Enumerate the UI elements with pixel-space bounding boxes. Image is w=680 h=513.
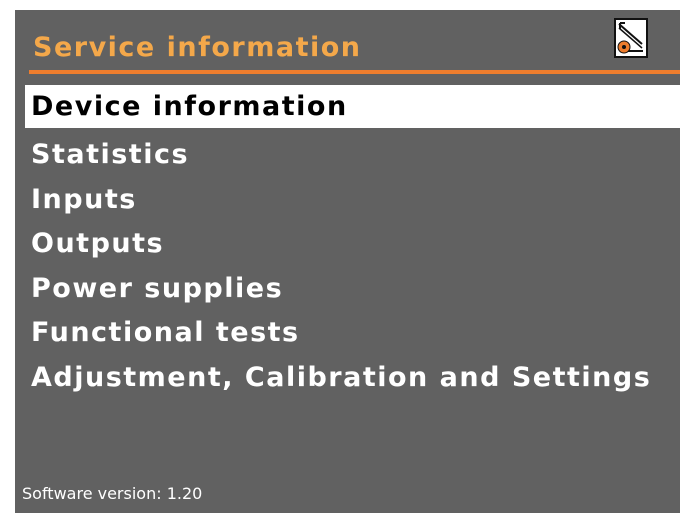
menu-item-functional-tests[interactable]: Functional tests [25,311,680,356]
menu-item-adjustment-calibration-settings[interactable]: Adjustment, Calibration and Settings [25,356,680,401]
service-tool-icon [614,18,648,58]
menu-item-outputs[interactable]: Outputs [25,222,680,267]
menu-item-inputs[interactable]: Inputs [25,178,680,223]
service-menu: Device information Statistics Inputs Out… [25,85,680,400]
menu-item-device-information[interactable]: Device information [25,85,680,128]
page-title: Service information [33,32,362,63]
menu-item-statistics[interactable]: Statistics [25,133,680,178]
header-divider [29,70,680,74]
software-version-label: Software version: 1.20 [22,484,203,503]
menu-item-power-supplies[interactable]: Power supplies [25,267,680,312]
service-screen: Service information Device information S… [15,10,680,513]
